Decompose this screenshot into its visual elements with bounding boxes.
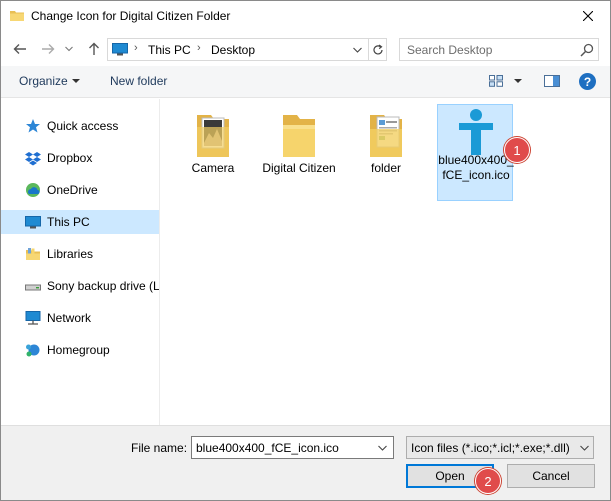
navigation-pane: Quick access Dropbox OneDrive This PC Li…: [1, 99, 160, 425]
chevron-down-icon: [352, 47, 362, 53]
nav-item-onedrive[interactable]: OneDrive: [1, 178, 159, 202]
file-type-select[interactable]: Icon files (*.ico;*.icl;*.exe;*.dll): [406, 436, 594, 459]
window-title: Change Icon for Digital Citizen Folder: [31, 9, 231, 23]
help-button[interactable]: ?: [579, 73, 596, 90]
nav-label: OneDrive: [47, 183, 98, 197]
nav-label: Network: [47, 311, 92, 325]
refresh-icon: [373, 44, 383, 54]
arrow-right-icon: [42, 44, 55, 54]
nav-label: Dropbox: [47, 151, 93, 165]
chevron-down-icon: [579, 445, 589, 451]
folder-icon: [283, 115, 315, 157]
star-icon: [26, 119, 40, 133]
nav-item-this-pc[interactable]: This PC: [1, 210, 159, 234]
file-type-dropdown-button[interactable]: [577, 442, 591, 454]
folder-docs-icon: [370, 115, 402, 157]
nav-label: This PC: [47, 215, 90, 229]
file-item-digital-citizen[interactable]: Digital Citizen: [261, 107, 337, 193]
command-bar: Organize New folder ?: [1, 66, 610, 98]
nav-item-network[interactable]: Network: [1, 306, 159, 330]
search-icon: [580, 43, 594, 57]
file-item-folder[interactable]: folder: [348, 107, 424, 177]
forward-button[interactable]: [39, 40, 57, 58]
annotation-badge-2: 2: [475, 468, 501, 494]
breadcrumb-separator: ›: [197, 42, 201, 54]
nav-label: Quick access: [47, 119, 119, 133]
title-bar[interactable]: Change Icon for Digital Citizen Folder: [1, 1, 610, 32]
change-icon-dialog: Change Icon for Digital Citizen Folder ›…: [0, 0, 611, 501]
address-dropdown-button[interactable]: [348, 39, 366, 60]
file-label: folder: [370, 161, 402, 175]
network-icon: [25, 311, 41, 325]
search-placeholder: Search Desktop: [407, 43, 493, 57]
file-item-camera[interactable]: Camera: [175, 107, 251, 177]
filename-value: blue400x400_fCE_icon.ico: [196, 441, 339, 455]
open-button-label: Open: [435, 469, 465, 483]
nav-item-libraries[interactable]: Libraries: [1, 242, 159, 266]
ico-file-icon: [459, 109, 493, 155]
dropbox-icon: [25, 152, 41, 166]
nav-item-homegroup[interactable]: Homegroup: [1, 338, 159, 362]
onedrive-icon: [26, 183, 40, 197]
annotation-badge-1: 1: [504, 137, 530, 163]
nav-label: Homegroup: [47, 343, 110, 357]
arrow-left-icon: [13, 44, 26, 54]
recent-locations-button[interactable]: [63, 40, 75, 58]
cancel-button-label: Cancel: [532, 469, 570, 483]
chevron-down-icon: [65, 46, 73, 52]
new-folder-button[interactable]: New folder: [110, 74, 167, 88]
breadcrumb-this-pc[interactable]: This PC: [148, 43, 191, 57]
nav-label: Sony backup drive (L:: [47, 279, 160, 293]
file-label: Camera: [191, 161, 235, 175]
close-icon: [583, 11, 593, 21]
homegroup-icon: [26, 344, 40, 357]
nav-label: Libraries: [47, 247, 94, 261]
file-list: Camera Digital Citizen folder blue400x40…: [161, 99, 610, 425]
cancel-button[interactable]: Cancel: [507, 464, 595, 488]
breadcrumb-separator: ›: [134, 42, 138, 54]
drive-icon: [25, 284, 41, 291]
computer-icon: [112, 43, 128, 56]
folder-photos-icon: [197, 115, 229, 157]
filename-label: File name:: [131, 441, 188, 455]
preview-pane-icon[interactable]: [544, 75, 560, 87]
address-row: › This PC › Desktop Search Desktop: [1, 32, 610, 66]
caret-down-icon: [72, 79, 80, 83]
chevron-down-icon: [377, 445, 387, 451]
file-label: blue400x400_fCE_icon.ico: [438, 153, 514, 182]
folder-icon: [10, 11, 24, 21]
filename-dropdown-button[interactable]: [375, 442, 389, 454]
file-item-blue400x400-ico[interactable]: blue400x400_fCE_icon.ico: [437, 104, 514, 201]
close-button[interactable]: [566, 1, 610, 31]
computer-icon: [25, 216, 41, 229]
organize-button[interactable]: Organize: [19, 74, 68, 88]
file-type-value: Icon files (*.ico;*.icl;*.exe;*.dll): [411, 441, 570, 455]
file-label: Digital Citizen: [262, 161, 336, 175]
nav-item-dropbox[interactable]: Dropbox: [1, 146, 159, 170]
arrow-up-icon: [89, 42, 99, 55]
back-button[interactable]: [11, 40, 29, 58]
up-button[interactable]: [85, 40, 103, 58]
libraries-icon: [26, 248, 40, 260]
caret-down-icon[interactable]: [514, 79, 522, 83]
search-box[interactable]: Search Desktop: [399, 38, 599, 61]
nav-item-sony-backup-drive[interactable]: Sony backup drive (L:: [1, 274, 159, 298]
refresh-button[interactable]: [368, 39, 387, 60]
address-bar[interactable]: › This PC › Desktop: [107, 38, 387, 61]
filename-input[interactable]: blue400x400_fCE_icon.ico: [191, 436, 394, 459]
view-options-icon[interactable]: [489, 75, 503, 87]
breadcrumb-desktop[interactable]: Desktop: [211, 43, 255, 57]
dialog-footer: File name: blue400x400_fCE_icon.ico Icon…: [1, 425, 610, 500]
nav-item-quick-access[interactable]: Quick access: [1, 114, 159, 138]
